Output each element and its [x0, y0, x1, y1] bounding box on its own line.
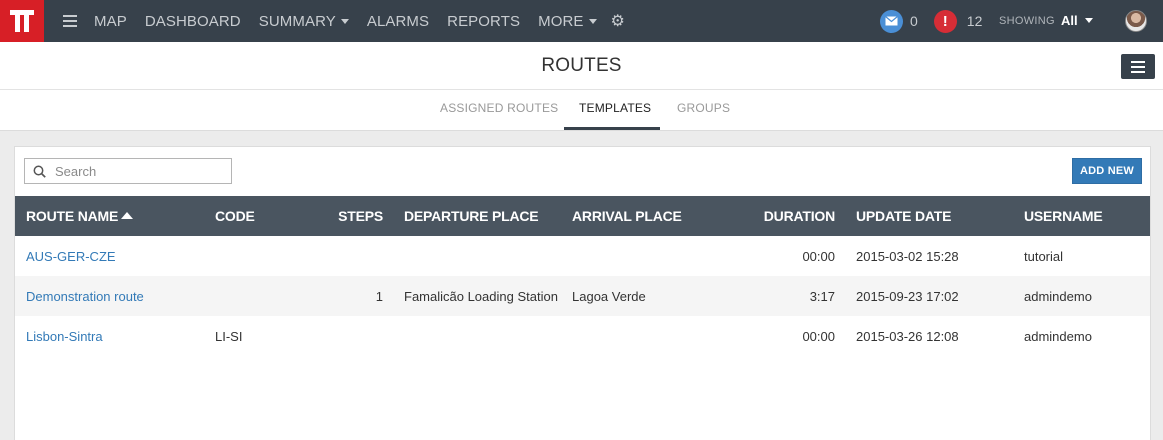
cell-steps [322, 236, 383, 276]
column-header-duration[interactable]: DURATION [707, 196, 835, 236]
top-navbar: MAP DASHBOARD SUMMARY ALARMS REPORTS MOR… [0, 0, 1163, 42]
search-icon [33, 165, 46, 178]
cell-update-date: 2015-09-23 17:02 [856, 288, 959, 304]
column-header-route-name-label: ROUTE NAME [26, 208, 119, 224]
column-header-code[interactable]: CODE [215, 196, 322, 236]
nav-dashboard-label: DASHBOARD [144, 12, 241, 30]
routes-panel: Search ADD NEW ROUTE NAME CODE STEPS DEP… [14, 146, 1151, 440]
cell-update-date: 2015-03-26 12:08 [856, 328, 959, 344]
cell-departure: Famalicão Loading Station [404, 288, 558, 304]
tab-groups[interactable]: GROUPS [677, 101, 730, 115]
cell-arrival [572, 316, 707, 356]
cell-route-name[interactable]: Lisbon-Sintra [15, 316, 215, 356]
cell-code [215, 276, 322, 316]
page-title: ROUTES [541, 55, 622, 76]
cell-steps: 1 [375, 288, 383, 304]
cell-update-date: 2015-03-02 15:28 [856, 248, 959, 264]
user-avatar[interactable] [1125, 10, 1147, 32]
nav-more[interactable]: MORE [538, 12, 597, 30]
search-placeholder: Search [55, 163, 97, 179]
cell-username: admindemo [1024, 328, 1092, 344]
column-header-departure[interactable]: DEPARTURE PLACE [383, 196, 572, 236]
cell-username: tutorial [1024, 248, 1064, 264]
column-header-arrival[interactable]: ARRIVAL PLACE [572, 196, 707, 236]
cell-arrival [572, 236, 707, 276]
route-link[interactable]: Demonstration route [26, 289, 144, 304]
route-link[interactable]: AUS-GER-CZE [26, 249, 116, 264]
cell-steps [322, 316, 383, 356]
routes-table: ROUTE NAME CODE STEPS DEPARTURE PLACE AR… [15, 196, 1150, 356]
cell-route-name[interactable]: Demonstration route [15, 276, 215, 316]
tab-assigned-routes[interactable]: ASSIGNED ROUTES [440, 101, 558, 115]
showing-value: All [1061, 13, 1078, 28]
cell-duration: 00:00 [802, 248, 835, 264]
cell-departure [383, 316, 572, 356]
cell-username: admindemo [1024, 288, 1092, 304]
nav-summary-label: SUMMARY [258, 12, 336, 30]
envelope-icon[interactable] [880, 9, 903, 33]
tab-templates[interactable]: TEMPLATES [579, 101, 651, 115]
table-row[interactable]: Lisbon-Sintra LI-SI 00:00 2015-03-26 12:… [15, 316, 1150, 356]
nav-reports-label: REPORTS [447, 12, 521, 30]
alert-icon-glyph: ! [942, 12, 948, 30]
table-row[interactable]: AUS-GER-CZE 00:00 2015-03-02 15:28 tutor… [15, 236, 1150, 276]
add-new-button[interactable]: ADD NEW [1072, 158, 1142, 184]
alerts-count: 12 [966, 13, 983, 29]
nav-map[interactable]: MAP [94, 13, 127, 30]
alert-icon[interactable]: ! [933, 9, 957, 33]
cell-code: LI-SI [215, 328, 243, 344]
gear-icon[interactable]: ⚙ [611, 11, 625, 31]
column-header-username[interactable]: USERNAME [1024, 196, 1150, 236]
route-link[interactable]: Lisbon-Sintra [26, 329, 103, 344]
nav-dashboard[interactable]: DASHBOARD [145, 13, 241, 30]
table-row[interactable]: Demonstration route 1 Famalicão Loading … [15, 276, 1150, 316]
notifications: 0 ! 12 [880, 0, 982, 42]
brand-logo[interactable] [0, 0, 44, 42]
cell-arrival: Lagoa Verde [572, 288, 646, 304]
hamburger-menu-icon[interactable] [63, 15, 77, 27]
sort-ascending-icon [121, 212, 134, 219]
table-header-row: ROUTE NAME CODE STEPS DEPARTURE PLACE AR… [15, 196, 1150, 236]
page-menu-button[interactable] [1121, 54, 1155, 79]
nav-reports[interactable]: REPORTS [447, 13, 520, 30]
cell-duration: 3:17 [809, 288, 835, 304]
showing-label: SHOWING [999, 15, 1055, 27]
chevron-down-icon [1084, 18, 1093, 23]
column-header-steps[interactable]: STEPS [322, 196, 383, 236]
cell-code [215, 236, 322, 276]
active-tab-indicator [564, 127, 660, 130]
chevron-down-icon [340, 18, 349, 24]
column-header-update-date[interactable]: UPDATE DATE [835, 196, 1024, 236]
cell-duration: 00:00 [802, 328, 835, 344]
main-nav: MAP DASHBOARD SUMMARY ALARMS REPORTS MOR… [94, 11, 625, 31]
column-header-route-name[interactable]: ROUTE NAME [15, 196, 215, 236]
tab-bar: ASSIGNED ROUTES TEMPLATES GROUPS [0, 90, 1163, 131]
nav-summary[interactable]: SUMMARY [259, 13, 349, 30]
chevron-down-icon [588, 18, 597, 24]
nav-more-label: MORE [538, 12, 584, 30]
page-header: ROUTES [0, 42, 1163, 90]
nav-alarms[interactable]: ALARMS [367, 13, 429, 30]
nav-map-label: MAP [94, 12, 127, 30]
logo-t-icon [10, 10, 34, 32]
search-input[interactable]: Search [24, 158, 232, 184]
nav-alarms-label: ALARMS [366, 12, 430, 30]
cell-departure [383, 236, 572, 276]
showing-filter-dropdown[interactable]: All [1061, 13, 1093, 28]
messages-count: 0 [910, 13, 918, 29]
cell-route-name[interactable]: AUS-GER-CZE [15, 236, 215, 276]
